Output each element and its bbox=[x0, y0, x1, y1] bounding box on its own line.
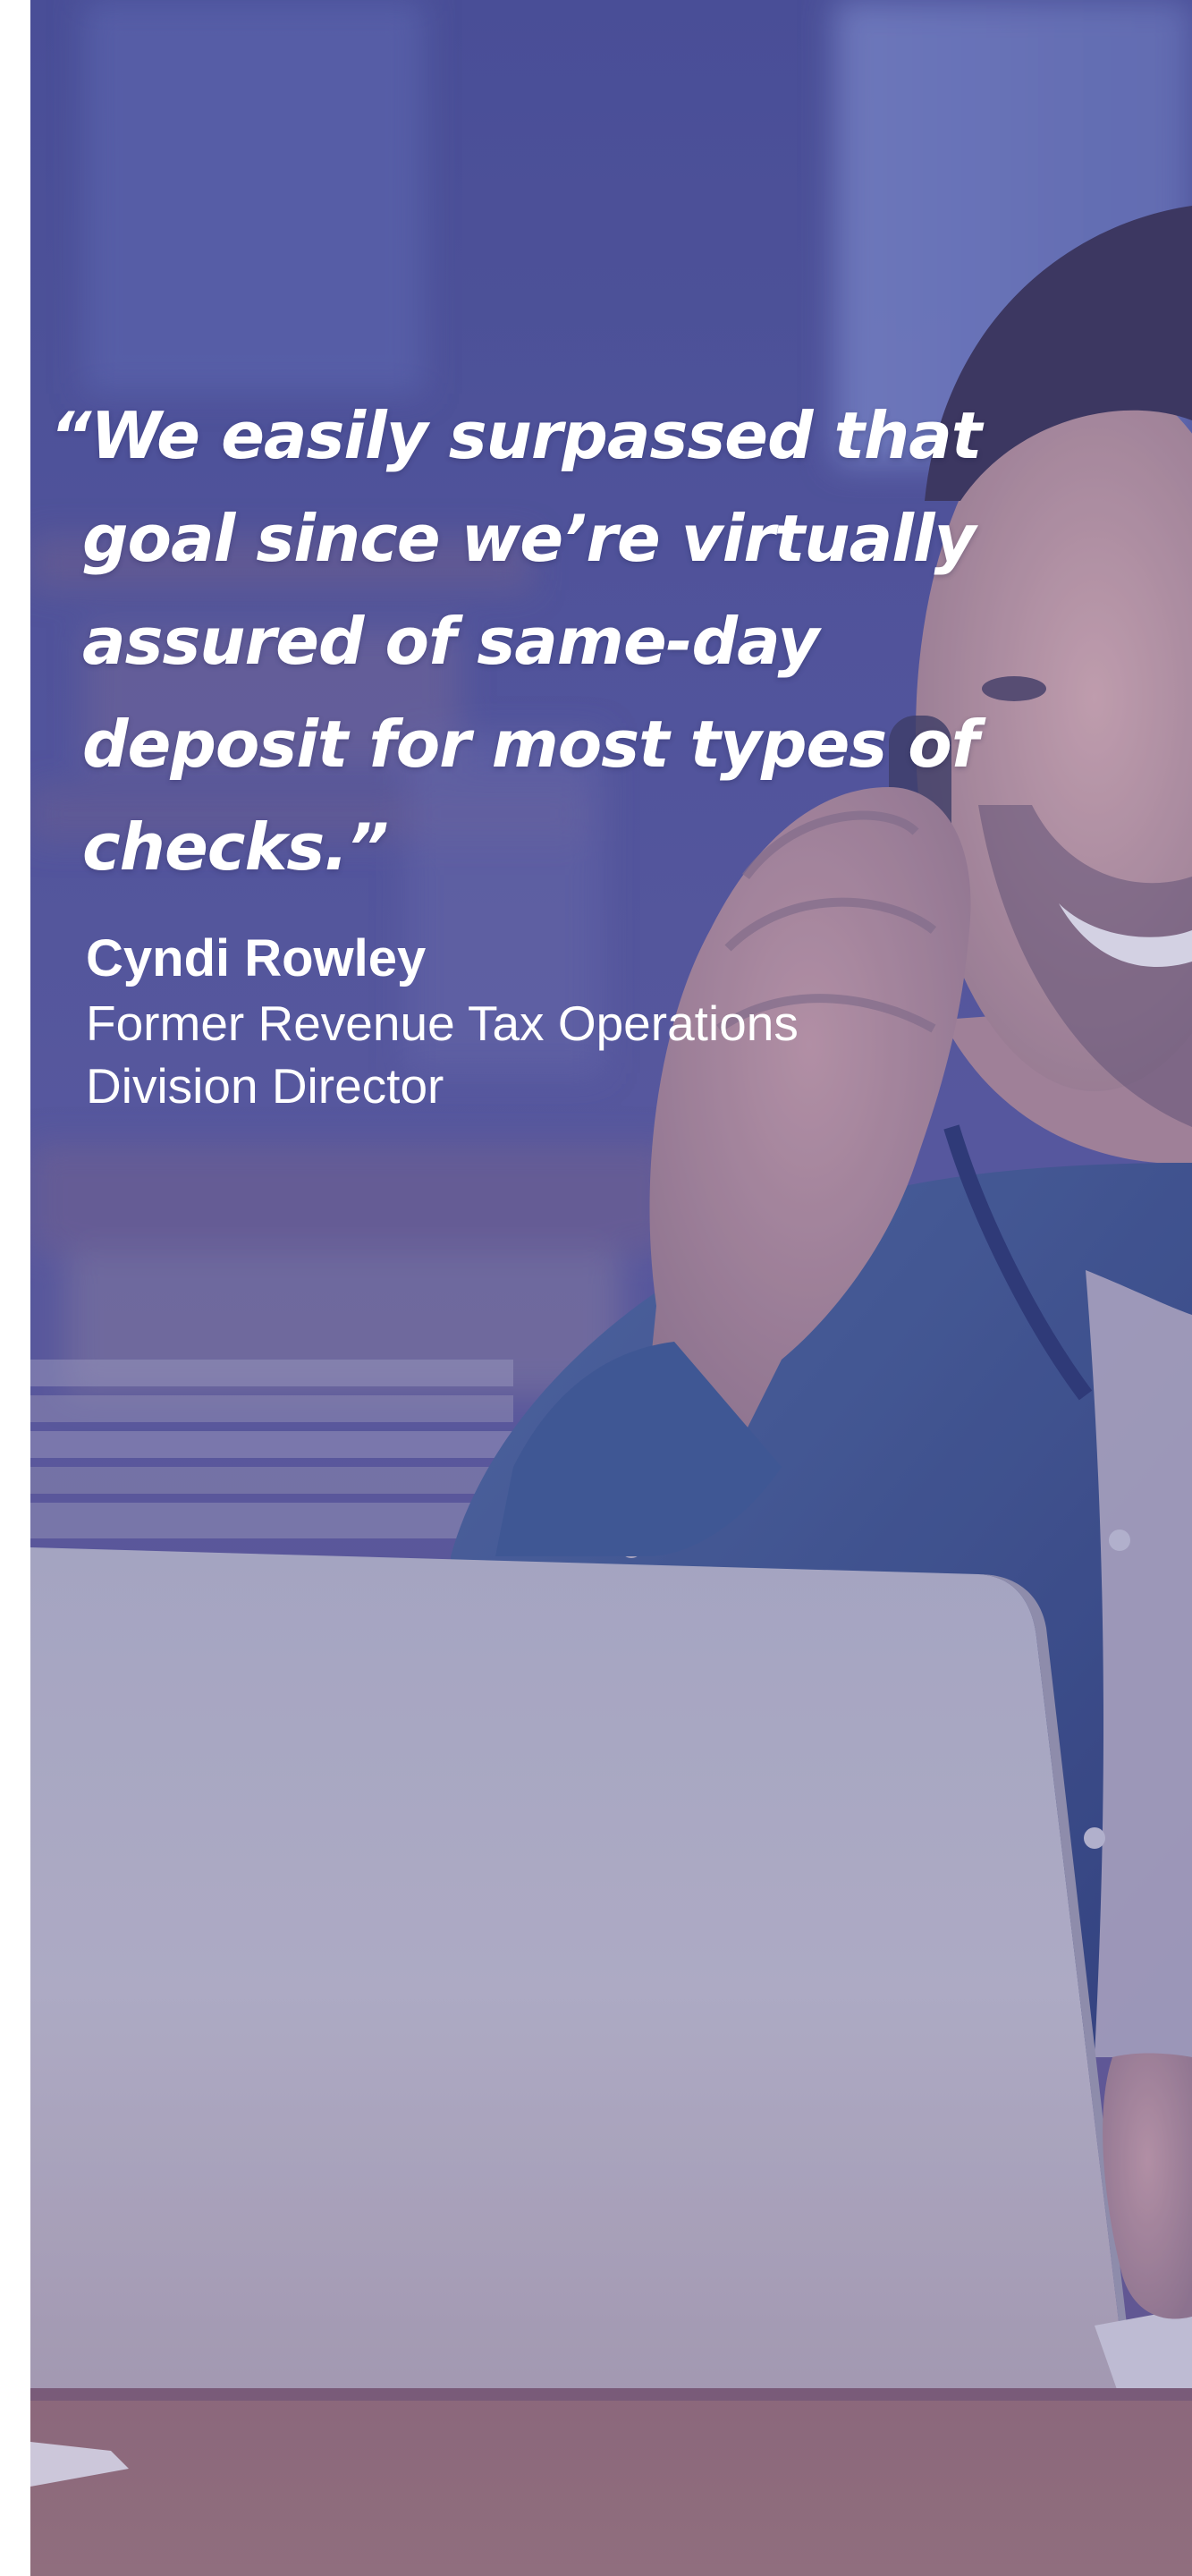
author-title-line-1: Former Revenue Tax Operations bbox=[86, 996, 799, 1051]
testimonial-page: “We easily surpassed that goal since we’… bbox=[0, 0, 1192, 2576]
testimonial-quote: “We easily surpassed that goal since we’… bbox=[50, 398, 982, 885]
author-title-line-2: Division Director bbox=[86, 1058, 444, 1114]
left-margin-strip bbox=[0, 0, 30, 2576]
author-name: Cyndi Rowley bbox=[86, 929, 427, 987]
testimonial-author: Cyndi Rowley Former Revenue Tax Operatio… bbox=[86, 926, 1034, 1117]
testimonial-quote-block: “We easily surpassed that goal since we’… bbox=[50, 385, 1034, 1117]
